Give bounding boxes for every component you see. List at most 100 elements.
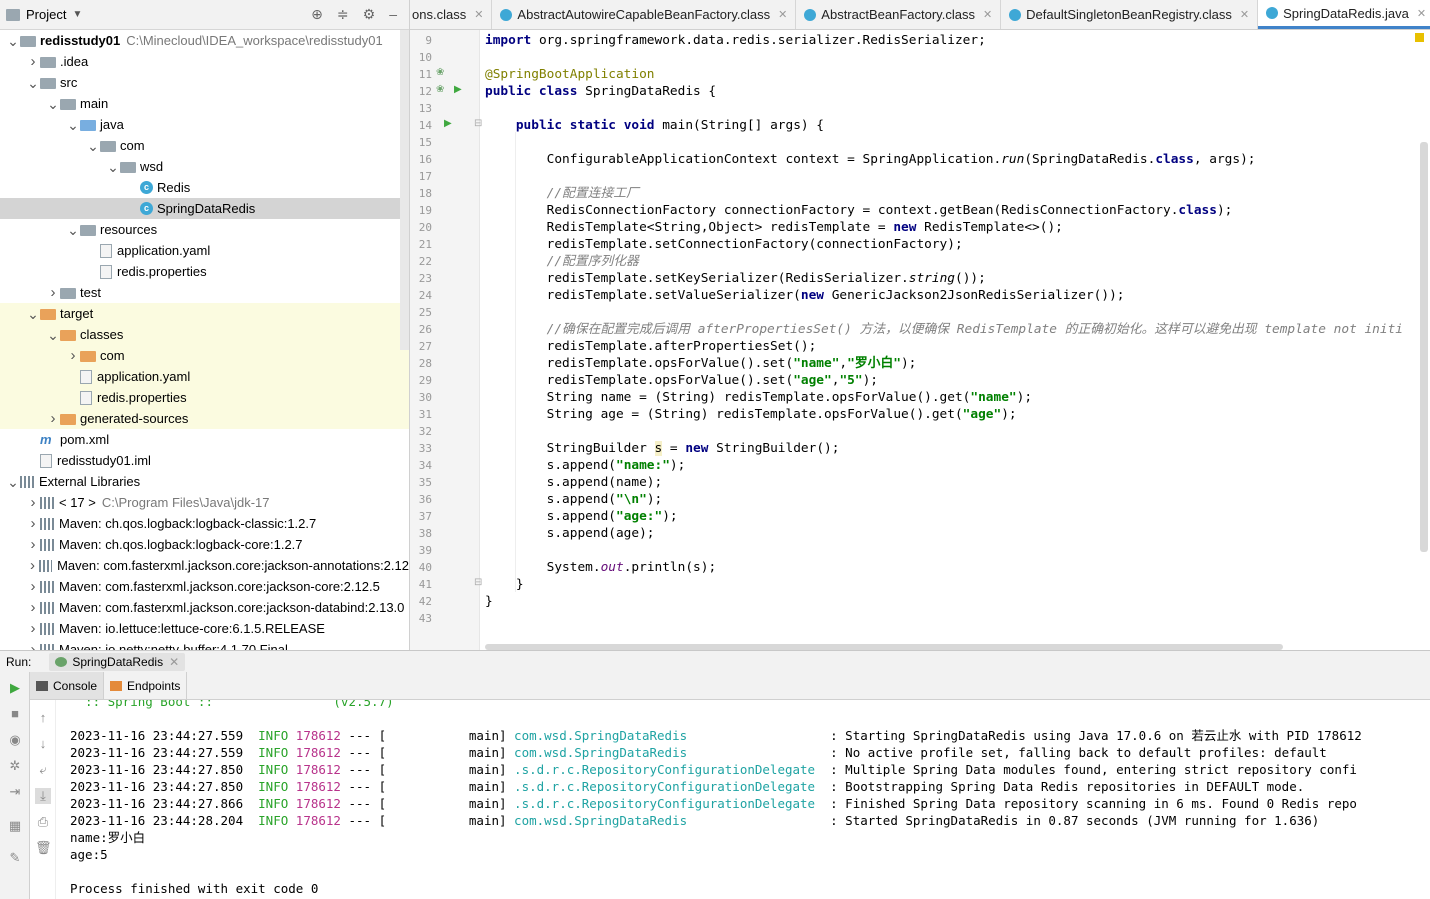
tree-node[interactable]: ⌄ src — [0, 72, 409, 93]
tree-node[interactable]: ⌄ resources — [0, 219, 409, 240]
tree-node[interactable]: redisstudy01.iml — [0, 450, 409, 471]
exit-icon[interactable]: ⇥ — [7, 784, 23, 800]
code-line[interactable]: RedisConnectionFactory connectionFactory… — [485, 202, 1233, 219]
tree-scrollbar[interactable] — [400, 30, 409, 350]
chevron-right-icon[interactable]: › — [46, 284, 60, 301]
close-icon[interactable]: ✕ — [1240, 8, 1249, 21]
chevron-down-icon[interactable]: ⌄ — [46, 97, 60, 111]
tree-node[interactable]: › test — [0, 282, 409, 303]
close-icon[interactable]: ✕ — [778, 8, 787, 21]
run-main-icon[interactable]: ▶ — [444, 115, 452, 132]
project-view-selector[interactable]: Project — [26, 7, 66, 22]
tree-node[interactable]: ⌄ com — [0, 135, 409, 156]
code-line[interactable]: RedisTemplate<String,Object> redisTempla… — [485, 219, 1063, 236]
code-line[interactable]: redisTemplate.setConnectionFactory(conne… — [485, 236, 963, 253]
scroll-to-end-icon[interactable]: ⤓ — [35, 788, 51, 804]
chevron-right-icon[interactable]: › — [26, 578, 40, 595]
tree-node[interactable]: ⌄ redisstudy01 C:\Minecloud\IDEA_workspace… — [0, 30, 409, 51]
code-line[interactable]: s.append(age); — [485, 525, 655, 542]
code-line[interactable]: s.append("\n"); — [485, 491, 663, 508]
code-area[interactable]: import org.springframework.data.redis.se… — [485, 30, 1430, 650]
tree-node[interactable]: ⌄ External Libraries — [0, 471, 409, 492]
tree-node[interactable]: m pom.xml — [0, 429, 409, 450]
tree-node[interactable]: application.yaml — [0, 366, 409, 387]
chevron-down-icon[interactable]: ⌄ — [26, 307, 40, 321]
tree-node[interactable]: › Maven: ch.qos.logback:logback-core:1.2.… — [0, 534, 409, 555]
chevron-right-icon[interactable]: › — [26, 599, 40, 616]
code-line[interactable]: } — [485, 593, 493, 610]
spring-bean-icon[interactable]: ❀ — [436, 81, 444, 98]
code-line[interactable]: redisTemplate.setKeySerializer(RedisSeri… — [485, 270, 986, 287]
run-class-icon[interactable]: ▶ — [454, 81, 462, 98]
code-line[interactable]: String age = (String) redisTemplate.opsF… — [485, 406, 1017, 423]
print-icon[interactable]: ⎙ — [35, 814, 51, 830]
chevron-down-icon[interactable]: ⌄ — [86, 139, 100, 153]
collapse-all-icon[interactable]: ≑ — [337, 6, 349, 23]
code-line[interactable]: redisTemplate.afterPropertiesSet(); — [485, 338, 817, 355]
tree-node[interactable]: redis.properties — [0, 387, 409, 408]
rerun-icon[interactable]: ▶ — [7, 680, 23, 696]
code-line[interactable]: //配置连接工厂 — [485, 185, 639, 202]
tree-node[interactable]: › Maven: com.fasterxml.jackson.core:jacks… — [0, 555, 409, 576]
run-config-tab[interactable]: SpringDataRedis ✕ — [49, 652, 186, 671]
chevron-down-icon[interactable]: ⌄ — [6, 34, 20, 48]
editor-gutter[interactable]: ❀ ❀ ▶ ▶ ⊟ ⊟ 9 10 11 12 13 14 15 16 17 18 19 20 21 22 2… — [410, 30, 482, 650]
editor-tab[interactable]: AbstractBeanFactory.class ✕ — [796, 0, 1002, 29]
tree-node[interactable]: ⌄ main — [0, 93, 409, 114]
close-icon[interactable]: ✕ — [983, 8, 992, 21]
code-line[interactable]: redisTemplate.opsForValue().set("age","5… — [485, 372, 878, 389]
chevron-down-icon[interactable]: ⌄ — [26, 76, 40, 90]
tree-node[interactable]: ⌄ wsd — [0, 156, 409, 177]
code-line[interactable]: redisTemplate.opsForValue().set("name","… — [485, 355, 917, 372]
gear-icon[interactable]: ⚙ — [363, 6, 376, 23]
code-line[interactable]: public class SpringDataRedis { — [485, 83, 716, 100]
code-line[interactable]: String name = (String) redisTemplate.ops… — [485, 389, 1032, 406]
layout-icon[interactable]: ▦ — [7, 818, 23, 834]
chevron-right-icon[interactable]: › — [26, 557, 39, 574]
tree-node[interactable]: › generated-sources — [0, 408, 409, 429]
chevron-right-icon[interactable]: › — [26, 515, 40, 532]
close-icon[interactable]: ✕ — [1417, 7, 1426, 20]
chevron-down-icon[interactable]: ⌄ — [106, 160, 120, 174]
trash-icon[interactable]: 🗑 — [35, 840, 52, 856]
editor-tab[interactable]: DefaultSingletonBeanRegistry.class ✕ — [1001, 0, 1259, 29]
code-line[interactable]: s.append(name); — [485, 474, 663, 491]
chevron-down-icon[interactable]: ⌄ — [46, 328, 60, 342]
tree-node[interactable]: ⌄ java — [0, 114, 409, 135]
stop-icon[interactable]: ■ — [7, 706, 23, 722]
editor-tab[interactable]: ons.class ✕ — [410, 0, 493, 29]
camera-icon[interactable]: ◉ — [7, 732, 23, 748]
up-arrow-icon[interactable]: ↑ — [35, 710, 51, 726]
code-line[interactable]: } — [485, 576, 524, 593]
fold-icon[interactable]: ⊟ — [474, 115, 482, 132]
warning-marker[interactable] — [1415, 33, 1424, 42]
close-icon[interactable]: ✕ — [169, 655, 179, 669]
chevron-right-icon[interactable]: › — [66, 347, 80, 364]
tree-node[interactable]: › Maven: com.fasterxml.jackson.core:jacks… — [0, 597, 409, 618]
code-line[interactable]: s.append("age:"); — [485, 508, 678, 525]
code-editor[interactable]: ❀ ❀ ▶ ▶ ⊟ ⊟ 9 10 11 12 13 14 15 16 17 18 19 20 21 22 2… — [410, 30, 1430, 650]
soft-wrap-icon[interactable]: ⤶ — [35, 762, 51, 778]
tree-node[interactable]: › Maven: ch.qos.logback:logback-classic:1… — [0, 513, 409, 534]
tree-node[interactable]: › .idea — [0, 51, 409, 72]
chevron-down-icon[interactable]: ▼ — [72, 9, 82, 20]
settings-icon[interactable]: ✲ — [7, 758, 23, 774]
code-line[interactable]: @SpringBootApplication — [485, 66, 655, 83]
code-line[interactable]: public static void main(String[] args) { — [485, 117, 824, 134]
tree-node[interactable]: › Maven: io.netty:netty-buffer:4.1.70.Fin… — [0, 639, 409, 650]
console-output[interactable]: :: Spring Boot :: (v2.5.7) 2023-11-16 23:… — [56, 700, 1430, 899]
down-arrow-icon[interactable]: ↓ — [35, 736, 51, 752]
tab-console[interactable]: Console — [30, 672, 105, 699]
close-icon[interactable]: ✕ — [474, 8, 483, 21]
code-line[interactable]: import org.springframework.data.redis.se… — [485, 32, 986, 49]
fold-icon[interactable]: ⊟ — [474, 574, 482, 591]
tree-node[interactable]: ⌄ classes — [0, 324, 409, 345]
tree-node[interactable]: c Redis — [0, 177, 409, 198]
chevron-right-icon[interactable]: › — [26, 620, 40, 637]
chevron-right-icon[interactable]: › — [26, 536, 40, 553]
pin-icon[interactable]: ✎ — [7, 850, 23, 866]
chevron-right-icon[interactable]: › — [26, 53, 40, 70]
code-line[interactable]: StringBuilder s = new StringBuilder(); — [485, 440, 839, 457]
chevron-right-icon[interactable]: › — [26, 494, 40, 511]
tree-node[interactable]: application.yaml — [0, 240, 409, 261]
